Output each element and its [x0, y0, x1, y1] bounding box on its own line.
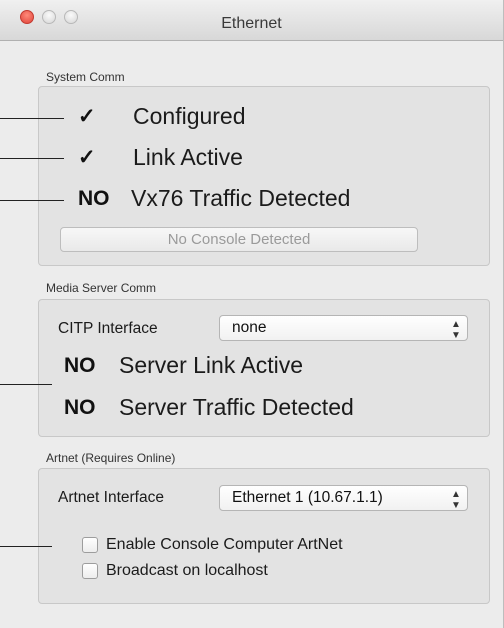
artnet-interface-value: Ethernet 1 (10.67.1.1) — [232, 489, 383, 506]
link-active-check-icon: ✓ — [78, 146, 96, 169]
link-active-status: Link Active — [133, 144, 243, 170]
server-link-status: Server Link Active — [119, 352, 304, 378]
callout-line — [0, 546, 52, 547]
configured-status: Configured — [133, 103, 246, 129]
window-title: Ethernet — [221, 15, 282, 32]
up-down-chevron-icon: ▲ ▼ — [451, 489, 461, 511]
callout-line — [0, 118, 64, 119]
console-button[interactable]: No Console Detected — [60, 227, 418, 252]
configured-check-icon: ✓ — [78, 105, 96, 128]
callout-line — [0, 200, 64, 201]
callout-line — [0, 158, 64, 159]
vx76-traffic-indicator: NO — [78, 187, 110, 210]
up-down-chevron-icon: ▲ ▼ — [451, 319, 461, 341]
vx76-traffic-status: Vx76 Traffic Detected — [131, 185, 351, 211]
server-link-indicator: NO — [64, 354, 96, 377]
citp-interface-label: CITP Interface — [58, 320, 158, 337]
media-server-comm-label: Media Server Comm — [46, 281, 157, 295]
citp-interface-select[interactable]: none ▲ ▼ — [219, 315, 468, 341]
broadcast-localhost-checkbox[interactable] — [82, 563, 98, 579]
artnet-interface-select[interactable]: Ethernet 1 (10.67.1.1) ▲ ▼ — [219, 485, 468, 511]
server-traffic-indicator: NO — [64, 396, 96, 419]
system-comm-label: System Comm — [46, 70, 125, 84]
callout-line — [0, 384, 52, 385]
artnet-interface-label: Artnet Interface — [58, 489, 164, 506]
enable-console-artnet-label: Enable Console Computer ArtNet — [106, 536, 343, 553]
server-traffic-status: Server Traffic Detected — [119, 394, 354, 420]
title-bar: Ethernet — [0, 0, 503, 41]
enable-console-artnet-checkbox[interactable] — [82, 537, 98, 553]
citp-interface-value: none — [232, 319, 267, 336]
artnet-label: Artnet (Requires Online) — [46, 451, 176, 465]
broadcast-localhost-label: Broadcast on localhost — [106, 562, 268, 579]
ethernet-window: Ethernet System Comm ✓ Configured ✓ Link… — [0, 0, 504, 628]
